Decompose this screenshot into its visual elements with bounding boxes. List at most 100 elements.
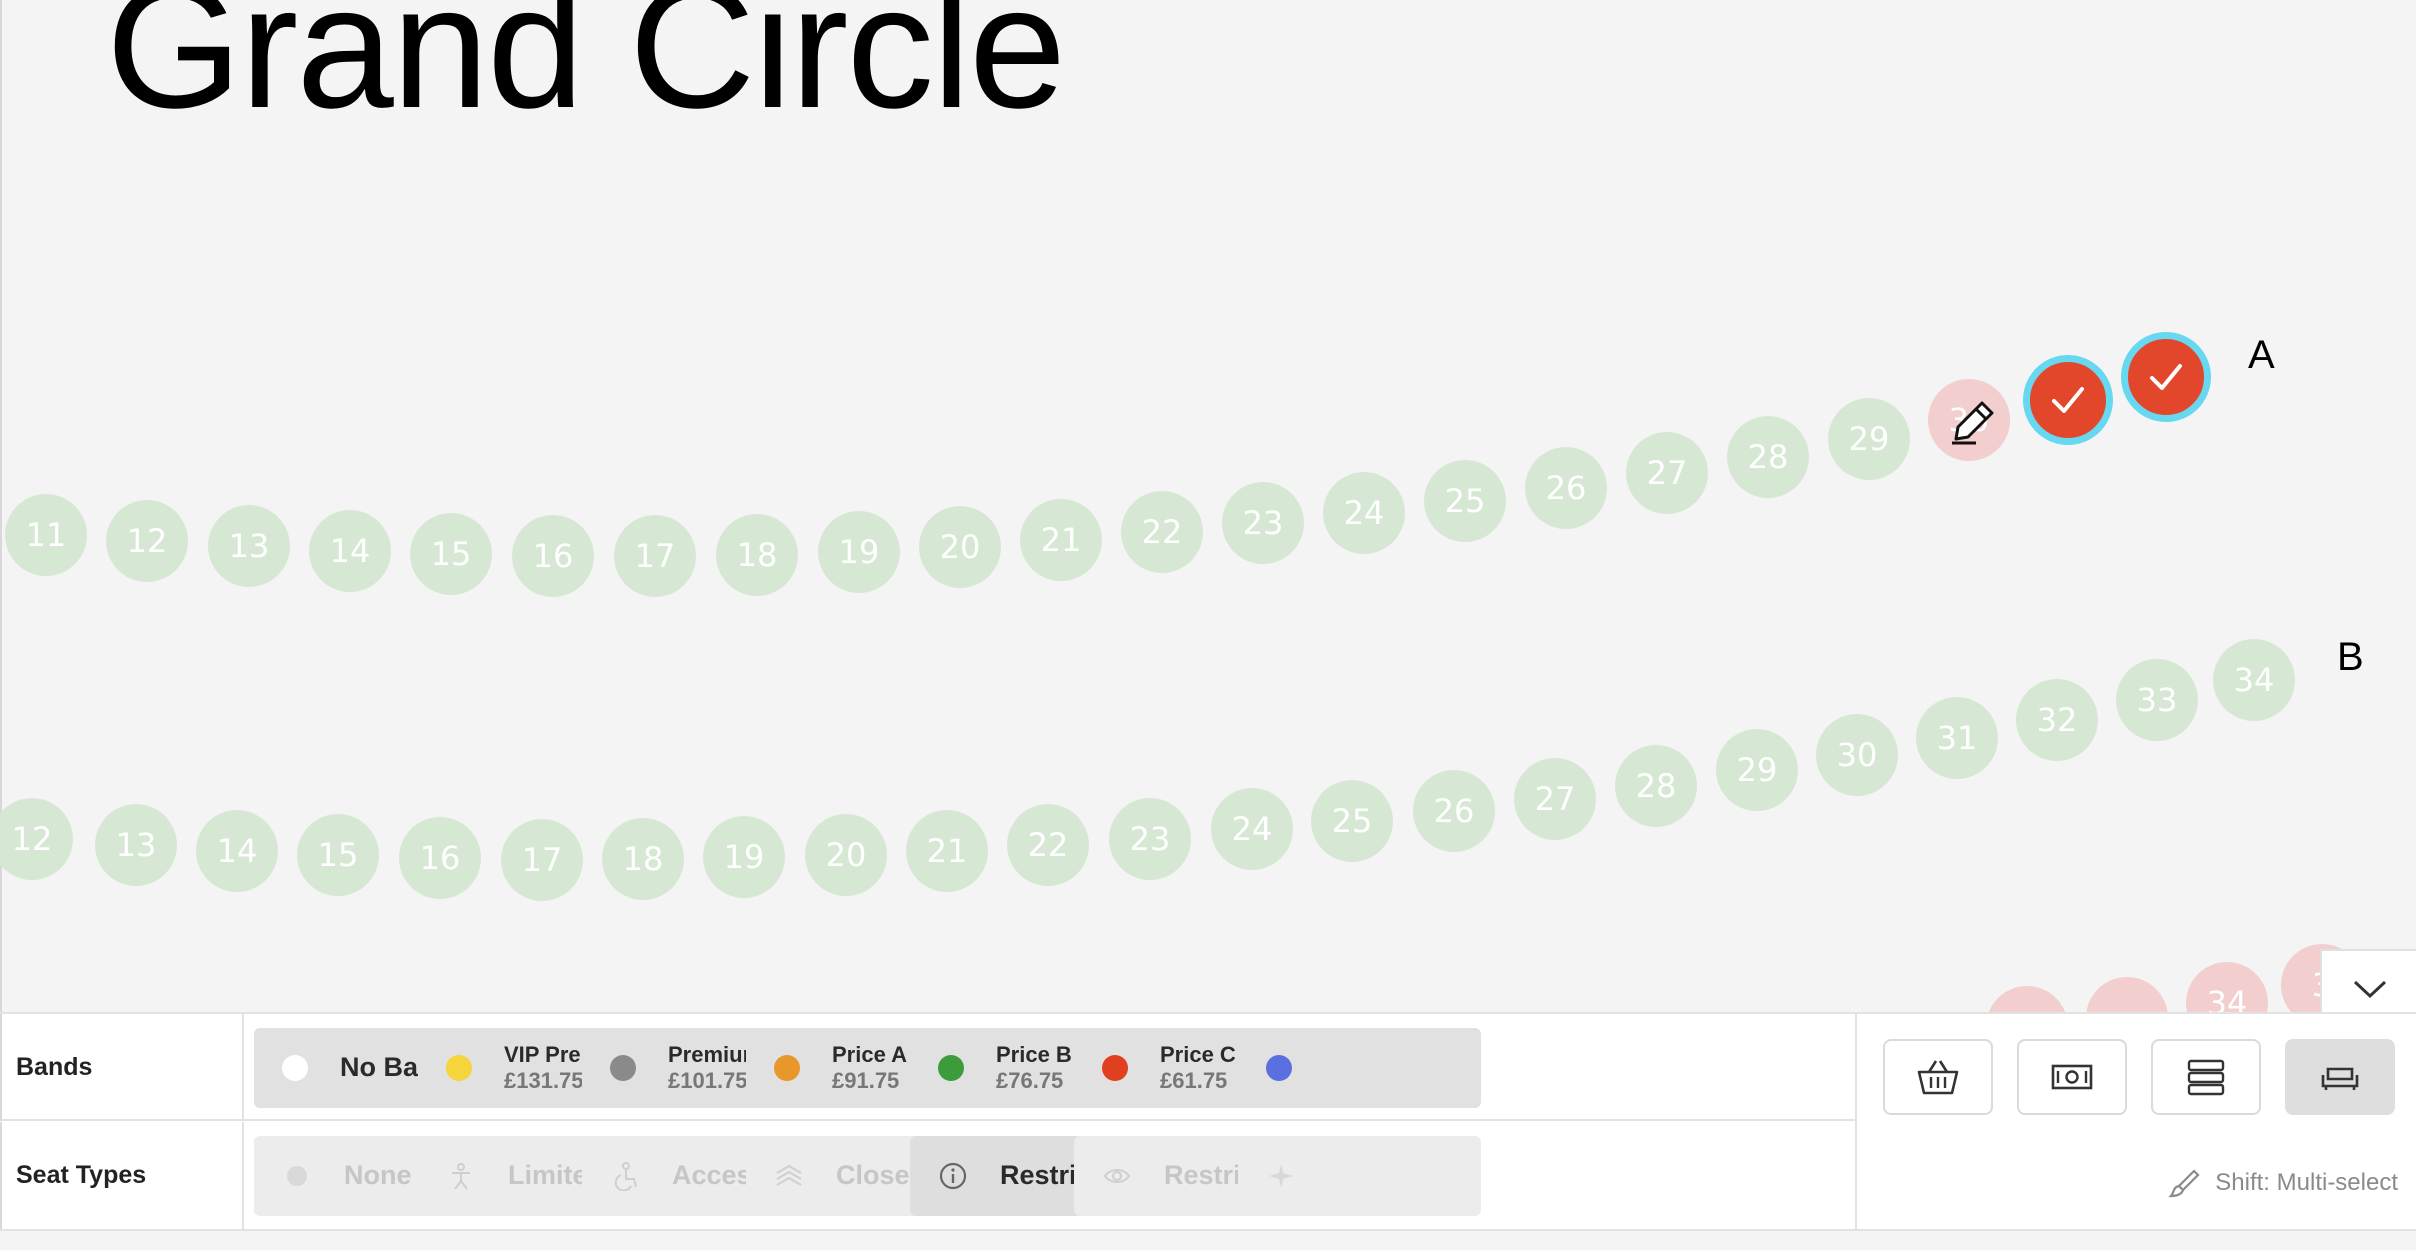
seat-a-12[interactable]: 12	[106, 500, 188, 582]
seat-number: 16	[419, 839, 461, 877]
seat-b-14[interactable]: 14	[196, 810, 278, 892]
seat-type-chip-list: None Limited l... Access S... Close to ... R…	[244, 1122, 1855, 1229]
seat-a-28[interactable]: 28	[1727, 416, 1809, 498]
wheelchair-icon	[614, 1162, 637, 1191]
seat-b-24[interactable]: 24	[1211, 788, 1293, 870]
seat-number: 26	[1545, 469, 1587, 507]
bands-title: Bands	[0, 1014, 244, 1121]
seat-a-11[interactable]: 11	[5, 494, 87, 576]
seat-b-34[interactable]: 34	[2213, 639, 2295, 721]
eye-icon	[1103, 1169, 1131, 1183]
band-color-dot	[938, 1055, 964, 1081]
seat-mode-button[interactable]	[2285, 1039, 2395, 1115]
seat-a-20[interactable]: 20	[919, 506, 1001, 588]
seat-type-name: None	[344, 1161, 412, 1191]
seat-b-16[interactable]: 16	[399, 817, 481, 899]
seat-number: 18	[736, 536, 778, 574]
seat-b-31[interactable]: 31	[1916, 697, 1998, 779]
seat-number: 31	[1936, 719, 1978, 757]
seat-number: 12	[11, 820, 53, 858]
seat-number: 14	[216, 832, 258, 870]
seat-type-text: None	[344, 1161, 412, 1191]
layers-icon	[776, 1164, 802, 1186]
seat-number: 15	[430, 535, 472, 573]
seat-b-22[interactable]: 22	[1007, 804, 1089, 886]
sparkle-icon	[1269, 1164, 1293, 1188]
seat-a-30[interactable]: 30	[1928, 379, 2010, 461]
band-name: Price B	[996, 1042, 1072, 1067]
seat-a-25[interactable]: 25	[1424, 460, 1506, 542]
seat-number: 29	[1736, 751, 1778, 789]
seat-b-21[interactable]: 21	[906, 810, 988, 892]
seat-a-15[interactable]: 15	[410, 513, 492, 595]
seat-number: 13	[115, 826, 157, 864]
seat-b-20[interactable]: 20	[805, 814, 887, 896]
seat-number: 27	[1534, 780, 1576, 818]
seat-number: 27	[1646, 454, 1688, 492]
seat-b-27[interactable]: 27	[1514, 758, 1596, 840]
seat-number: 14	[329, 532, 371, 570]
seat-type-chip[interactable]	[1238, 1136, 1481, 1216]
price-button[interactable]	[2017, 1039, 2127, 1115]
seat-a-21[interactable]: 21	[1020, 499, 1102, 581]
seat-b-28[interactable]: 28	[1615, 745, 1697, 827]
multi-select-hint: Shift: Multi-select	[2167, 1166, 2398, 1200]
seat-b-12[interactable]: 12	[0, 798, 73, 880]
editor-panel: Bands No Band VIP Premiu... £131.75 Premium…	[0, 1012, 2416, 1231]
seat-number: 22	[1027, 826, 1069, 864]
seat-a-18[interactable]: 18	[716, 514, 798, 596]
seat-number: 30	[1836, 736, 1878, 774]
seat-a-19[interactable]: 19	[818, 511, 900, 593]
seat-a-sel-20[interactable]	[2023, 355, 2113, 445]
seat-a-26[interactable]: 26	[1525, 447, 1607, 529]
seat-a-16[interactable]: 16	[512, 515, 594, 597]
seat-a-23[interactable]: 23	[1222, 482, 1304, 564]
seat-a-14[interactable]: 14	[309, 510, 391, 592]
seat-number: 32	[2036, 701, 2078, 739]
seat-number: 19	[838, 533, 880, 571]
seat-b-18[interactable]: 18	[602, 818, 684, 900]
seat-number: 21	[926, 832, 968, 870]
seat-b-19[interactable]: 19	[703, 816, 785, 898]
seat-b-15[interactable]: 15	[297, 814, 379, 896]
seat-a-22[interactable]: 22	[1121, 491, 1203, 573]
seat-a-24[interactable]: 24	[1323, 472, 1405, 554]
seat-number: 28	[1635, 767, 1677, 805]
seat-b-26[interactable]: 26	[1413, 770, 1495, 852]
band-price: £61.75	[1160, 1068, 1228, 1093]
band-text: Price A £91.75	[832, 1043, 907, 1093]
seat-a-13[interactable]: 13	[208, 505, 290, 587]
rows-button[interactable]	[2151, 1039, 2261, 1115]
band-price: £91.75	[832, 1068, 900, 1093]
seat-types-title: Seat Types	[0, 1122, 244, 1229]
seat-number: 29	[1848, 420, 1890, 458]
person-icon	[452, 1163, 470, 1190]
band-color-dot	[1266, 1055, 1292, 1081]
dot-icon	[287, 1166, 307, 1186]
seat-a-27[interactable]: 27	[1626, 432, 1708, 514]
seat-number: 24	[1343, 494, 1385, 532]
seat-number: 20	[939, 528, 981, 566]
seat-number: 23	[1129, 820, 1171, 858]
seat-a-29[interactable]: 29	[1828, 398, 1910, 480]
seat-b-29[interactable]: 29	[1716, 729, 1798, 811]
seat-b-30[interactable]: 30	[1816, 714, 1898, 796]
band-chip[interactable]	[1238, 1028, 1481, 1108]
seat-number: 19	[723, 838, 765, 876]
seat-number: 26	[1433, 792, 1475, 830]
band-text: Price C £61.75	[1160, 1043, 1236, 1093]
seat-a-17[interactable]: 17	[614, 515, 696, 597]
seat-a-sel-21[interactable]	[2121, 332, 2211, 422]
seat-b-13[interactable]: 13	[95, 804, 177, 886]
seat-b-25[interactable]: 25	[1311, 780, 1393, 862]
section-title: Grand Circle	[106, 0, 1066, 145]
seat-number: 33	[2136, 681, 2178, 719]
seat-b-32[interactable]: 32	[2016, 679, 2098, 761]
seat-b-33[interactable]: 33	[2116, 659, 2198, 741]
seat-b-23[interactable]: 23	[1109, 798, 1191, 880]
seat-number: 18	[622, 840, 664, 878]
band-color-dot	[446, 1055, 472, 1081]
basket-button[interactable]	[1883, 1039, 1993, 1115]
seat-b-17[interactable]: 17	[501, 819, 583, 901]
seat-number: 11	[25, 516, 67, 554]
